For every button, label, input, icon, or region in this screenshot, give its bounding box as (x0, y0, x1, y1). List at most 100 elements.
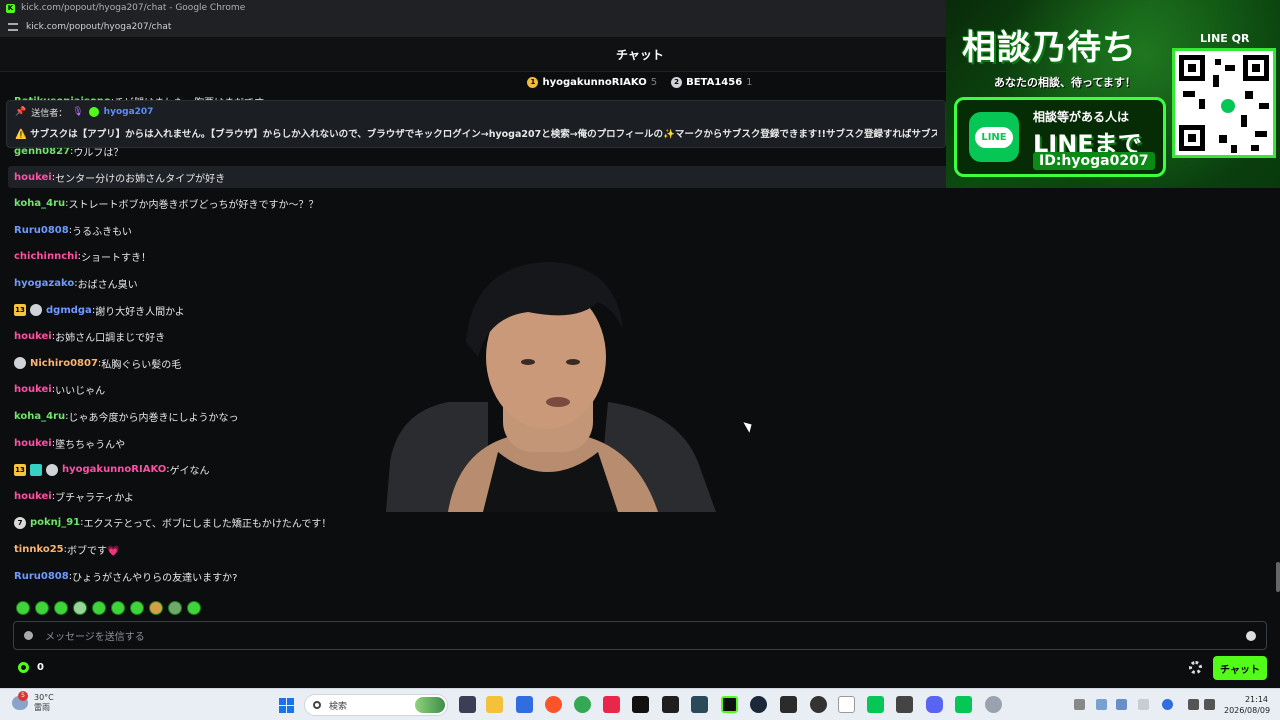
brave-browser-icon[interactable] (545, 696, 562, 713)
chat-message[interactable]: houkei: ブチャラティかよ (8, 485, 134, 507)
chat-username[interactable]: Ruru0808 (14, 225, 69, 236)
emote-icon[interactable] (187, 601, 201, 615)
system-clock[interactable]: 21:14 2026/08/09 (1224, 694, 1271, 716)
url-text[interactable]: kick.com/popout/hyoga207/chat (26, 22, 171, 32)
points-icon (18, 662, 29, 673)
clock-date: 2026/08/09 (1224, 706, 1271, 715)
chat-message[interactable]: koha_4ru: ストレートボブか内巻きボブどっちが好きですか〜？？ (8, 193, 319, 215)
emote-icon[interactable] (149, 601, 163, 615)
emote-icon[interactable] (35, 601, 49, 615)
chat-username[interactable]: dgmdga (46, 305, 92, 316)
chat-message[interactable]: houkei: いいじゃん (8, 379, 105, 401)
top-gifter-1[interactable]: 1 hyogakunnoRIAKO 5 (527, 76, 657, 88)
kick-app-icon[interactable] (721, 696, 738, 713)
chat-username[interactable]: Ruru0808 (14, 571, 69, 582)
chat-message[interactable]: 13 hyogakunnoRIAKO: ゲイなん (8, 459, 209, 481)
pinned-sender-label: 送信者： (31, 108, 68, 119)
chat-username[interactable]: chichinnchi (14, 251, 78, 262)
temperature: 30°C (34, 693, 54, 702)
chat-username[interactable]: houkei (14, 384, 52, 395)
top-gifter-2[interactable]: 2 BETA1456 1 (671, 76, 753, 88)
clock-time: 21:14 (1244, 695, 1268, 704)
chat-text: ショートすき！ (81, 253, 152, 265)
chat-message[interactable]: hyogazako: おばさん臭い (8, 272, 138, 294)
file-explorer-icon[interactable] (486, 696, 503, 713)
chat-username[interactable]: tinnko25 (14, 544, 64, 555)
emote-icon[interactable] (130, 601, 144, 615)
steam-icon[interactable] (750, 696, 767, 713)
app-icon[interactable] (838, 696, 855, 713)
onedrive-icon[interactable] (1162, 699, 1173, 710)
app-icon[interactable] (691, 696, 708, 713)
qr-finder (1243, 55, 1269, 81)
chat-message[interactable]: houkei: お姉さん口調まじで好き (8, 326, 165, 348)
chat-username[interactable]: houkei (14, 491, 52, 502)
chat-text: 謝り大好き人間かよ (95, 306, 185, 318)
app-icon[interactable] (516, 696, 533, 713)
rank-badge-icon: 2 (671, 76, 683, 88)
line-icon[interactable] (867, 696, 884, 713)
line-qr-center-icon (1219, 97, 1237, 115)
chat-message[interactable]: tinnko25: ボブです💗 (8, 538, 119, 560)
chat-message[interactable]: houkei: 墜ちちゃうんや (8, 432, 125, 454)
chat-input-placeholder[interactable]: メッセージを送信する (45, 628, 145, 643)
chat-message[interactable]: Ruru0808: ひょうがさんやりらの友達いますか? (8, 565, 237, 587)
qr-code (1172, 48, 1276, 158)
weather-widget[interactable]: 5 30°C 雷雨 (12, 691, 54, 713)
tray-icon[interactable] (1138, 699, 1149, 710)
emote-icon[interactable] (111, 601, 125, 615)
chat-message[interactable]: Ruru0808: うるふきもい (8, 219, 132, 241)
chat-scrollbar[interactable] (1276, 562, 1280, 592)
emote-icon[interactable] (16, 601, 30, 615)
chat-username[interactable]: hyogazako (14, 278, 74, 289)
chat-input[interactable]: メッセージを送信する (13, 621, 1267, 650)
chevron-up-icon[interactable] (1074, 699, 1085, 710)
chat-username[interactable]: hyogakunnoRIAKO (62, 464, 166, 475)
emoji-picker-icon[interactable] (1246, 630, 1256, 641)
pinned-text: サブスクは【アプリ】からは入れません。【ブラウザ】からしか入れないので、ブラウザ… (30, 129, 937, 140)
channel-points[interactable]: 0 (18, 662, 44, 673)
windows-start-icon[interactable] (279, 698, 294, 713)
pinned-sender-name[interactable]: hyoga207 (104, 107, 154, 117)
chat-message[interactable]: 13 dgmdga: 謝り大好き人間かよ (8, 299, 185, 321)
qr-module (1215, 59, 1221, 65)
emote-icon[interactable] (168, 601, 182, 615)
emote-icon[interactable] (54, 601, 68, 615)
chat-username[interactable]: poknj_91 (30, 517, 80, 528)
chat-text: 私胸ぐらい髪の毛 (101, 359, 182, 371)
chat-message[interactable]: chichinnchi: ショートすき！ (8, 246, 151, 268)
shield-icon[interactable] (24, 631, 33, 640)
network-icon[interactable] (1188, 699, 1199, 710)
site-settings-icon[interactable] (8, 22, 18, 31)
discord-icon[interactable] (926, 696, 943, 713)
search-placeholder[interactable]: 検索 (329, 699, 347, 712)
tray-icon[interactable] (1096, 699, 1107, 710)
terminal-icon[interactable] (662, 696, 679, 713)
task-view-icon[interactable] (459, 696, 476, 713)
app-icon[interactable] (780, 696, 797, 713)
mic-icon[interactable] (1116, 699, 1127, 710)
line-icon[interactable] (955, 696, 972, 713)
qr-module (1225, 65, 1235, 71)
chat-username[interactable]: Nichiro0807 (30, 358, 98, 369)
chrome-icon[interactable] (574, 696, 591, 713)
chat-username[interactable]: koha_4ru (14, 411, 65, 422)
settings-icon[interactable] (985, 696, 1002, 713)
chat-settings-gear-icon[interactable] (1189, 661, 1202, 674)
taskbar-search[interactable]: 検索 (304, 694, 448, 716)
emote-icon[interactable] (92, 601, 106, 615)
app-icon[interactable] (896, 696, 913, 713)
chat-username[interactable]: houkei (14, 172, 52, 183)
chat-message[interactable]: 7 poknj_91: エクステとって、ボブにしました矯正もかけたんです！ (8, 512, 331, 534)
obs-icon[interactable] (810, 696, 827, 713)
chat-username[interactable]: houkei (14, 438, 52, 449)
chat-message[interactable]: Nichiro0807: 私胸ぐらい髪の毛 (8, 352, 181, 374)
app-icon[interactable] (603, 696, 620, 713)
tiktok-icon[interactable] (632, 696, 649, 713)
send-chat-button[interactable]: チャット (1213, 656, 1267, 680)
chat-username[interactable]: houkei (14, 331, 52, 342)
emote-icon[interactable] (73, 601, 87, 615)
chat-username[interactable]: koha_4ru (14, 198, 65, 209)
chat-message[interactable]: koha_4ru: じゃあ今度から内巻きにしようかなっ (8, 405, 239, 427)
volume-icon[interactable] (1204, 699, 1215, 710)
